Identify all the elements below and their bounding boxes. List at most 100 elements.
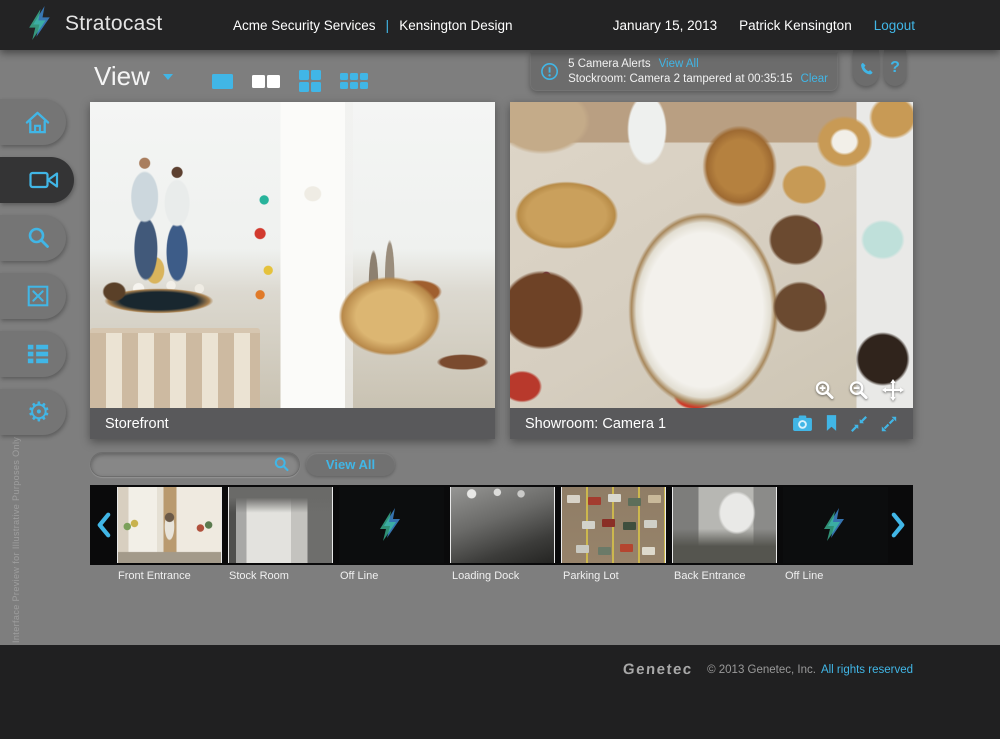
camera-thumbnail-strip	[90, 485, 913, 565]
chevron-left-icon	[96, 511, 111, 539]
thumbnail-back-entrance[interactable]	[672, 487, 777, 563]
sidebar-item-video-wall[interactable]	[0, 273, 66, 319]
phone-support-button[interactable]	[853, 50, 879, 86]
sidebar-item-settings[interactable]: ⚙	[0, 389, 66, 435]
footer-row: Genetec © 2013 Genetec, Inc. All rights …	[623, 661, 913, 678]
camera-panel-storefront: Storefront	[90, 102, 495, 439]
video-camera-icon	[29, 170, 59, 190]
grid-cell	[350, 73, 358, 80]
sidebar-item-search[interactable]	[0, 215, 66, 261]
watermark-text: Interface Preview for Illustrative Purpo…	[11, 423, 24, 643]
camera-panel-showroom: Showroom: Camera 1	[510, 102, 913, 439]
search-icon	[26, 226, 51, 251]
search-input[interactable]	[100, 458, 273, 472]
brand-name: Stratocast	[65, 12, 163, 36]
alerts-view-all-link[interactable]: View All	[659, 58, 699, 70]
alert-text: 5 Camera AlertsView All Stockroom: Camer…	[568, 57, 828, 87]
topbar-right: January 15, 2013 Patrick Kensington Logo…	[613, 0, 915, 50]
home-icon	[24, 110, 51, 135]
shrink-button[interactable]	[850, 415, 868, 433]
top-bar: Stratocast Acme Security Services | Kens…	[0, 0, 1000, 50]
thumbnail-label: Off Line	[340, 570, 378, 582]
thumbnail-offline-2[interactable]	[783, 487, 888, 563]
shrink-arrows-icon	[850, 415, 868, 433]
view-dropdown-label: View	[94, 61, 150, 92]
help-button[interactable]: ?	[884, 50, 906, 86]
thumbnail-parking-lot[interactable]	[561, 487, 666, 563]
zoom-out-icon	[848, 380, 869, 401]
current-date: January 15, 2013	[613, 18, 717, 33]
snapshot-camera-icon	[792, 415, 813, 432]
thumbnail-label: Off Line	[785, 570, 823, 582]
thumbnail-front-entrance[interactable]	[117, 487, 222, 563]
alert-clear-link[interactable]: Clear	[801, 73, 828, 85]
site-name: Kensington Design	[399, 18, 512, 33]
camera-title: Storefront	[105, 416, 480, 432]
sidebar-item-cameras[interactable]	[0, 157, 74, 203]
thumbnail-label: Parking Lot	[563, 570, 619, 582]
camera-title-bar: Storefront	[90, 408, 495, 439]
camera-feed-showroom[interactable]	[510, 102, 913, 408]
layout-single-icon	[212, 74, 233, 89]
grid-cell	[299, 70, 309, 80]
ptz-controls	[814, 379, 904, 401]
grid-cell	[360, 82, 368, 89]
pan-icon	[882, 379, 904, 401]
showroom-photo	[510, 102, 913, 408]
layout-grid-2x2-button[interactable]	[299, 70, 321, 92]
thumbnail-label: Loading Dock	[452, 570, 519, 582]
grid-cell	[299, 82, 309, 92]
stratocast-logo-icon	[28, 6, 55, 41]
zoom-out-button[interactable]	[848, 379, 869, 401]
breadcrumb-separator: |	[386, 17, 390, 33]
expand-button[interactable]	[880, 415, 898, 433]
layout-two-up-button[interactable]	[252, 75, 280, 88]
layout-switcher	[212, 70, 368, 92]
user-name: Patrick Kensington	[739, 18, 852, 33]
layout-two-up-icon	[267, 75, 280, 88]
grid-cell	[311, 70, 321, 80]
logout-link[interactable]: Logout	[874, 18, 915, 33]
thumbnail-label: Back Entrance	[674, 570, 746, 582]
camera-search-field	[90, 452, 300, 477]
view-all-cameras-button[interactable]: View All	[306, 453, 395, 476]
grid-cell	[311, 82, 321, 92]
bookmark-button[interactable]	[825, 415, 838, 432]
chevron-down-icon	[162, 73, 174, 81]
tile-list-icon	[25, 342, 51, 366]
account-name: Acme Security Services	[233, 18, 376, 33]
copyright-text: © 2013 Genetec, Inc.	[707, 664, 816, 676]
alert-message: Stockroom: Camera 2 tampered at 00:35:15	[568, 73, 792, 85]
thumbnail-offline-1[interactable]	[339, 487, 444, 563]
pan-button[interactable]	[882, 379, 904, 401]
layout-grid-3x2-button[interactable]	[340, 73, 368, 89]
scroll-right-button[interactable]	[891, 511, 906, 539]
zoom-in-icon	[814, 380, 835, 401]
camera-title-bar: Showroom: Camera 1	[510, 408, 913, 439]
phone-icon	[859, 61, 874, 76]
zoom-in-button[interactable]	[814, 379, 835, 401]
account-breadcrumb: Acme Security Services | Kensington Desi…	[233, 0, 513, 50]
thumbnail-label: Front Entrance	[118, 570, 191, 582]
grid-cell	[350, 82, 358, 89]
snapshot-button[interactable]	[792, 415, 813, 432]
sidebar-item-home[interactable]	[0, 99, 66, 145]
grid-cell	[340, 73, 348, 80]
thumbnail-stock-room[interactable]	[228, 487, 333, 563]
help-label: ?	[890, 59, 900, 77]
stratocast-app: Stratocast Acme Security Services | Kens…	[0, 0, 1000, 739]
thumbnail-loading-dock[interactable]	[450, 487, 555, 563]
stratocast-logo-icon	[379, 508, 405, 542]
sidebar-item-tile-list[interactable]	[0, 331, 66, 377]
rights-link[interactable]: All rights reserved	[821, 664, 913, 676]
view-dropdown[interactable]: View	[94, 61, 174, 92]
layout-single-button[interactable]	[212, 74, 233, 89]
camera-feed-storefront[interactable]	[90, 102, 495, 408]
thumbnail-label: Stock Room	[229, 570, 289, 582]
footer: Genetec © 2013 Genetec, Inc. All rights …	[0, 645, 1000, 739]
search-icon[interactable]	[273, 456, 290, 473]
grid-cell	[360, 73, 368, 80]
brand: Stratocast	[28, 6, 163, 41]
scroll-left-button[interactable]	[96, 511, 111, 539]
bookmark-icon	[825, 415, 838, 432]
